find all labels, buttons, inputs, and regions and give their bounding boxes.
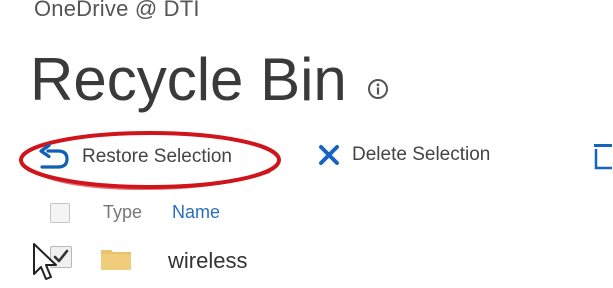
list-header: Type Name	[0, 196, 613, 228]
x-icon	[319, 145, 339, 165]
toolbar: Restore Selection Delete Selection	[0, 128, 613, 191]
recycle-bin-page: OneDrive @ DTI Recycle Bin Restore Selec…	[0, 0, 613, 288]
undo-arrow-icon	[39, 144, 69, 169]
restore-selection-button[interactable]: Restore Selection	[36, 144, 232, 170]
checkmark-icon	[53, 249, 69, 263]
item-name-link[interactable]: wireless	[168, 248, 247, 274]
column-header-type: Type	[103, 202, 143, 222]
folder-icon	[101, 250, 131, 270]
row-checkbox[interactable]	[50, 246, 72, 268]
breadcrumb[interactable]: OneDrive @ DTI	[34, 0, 200, 22]
column-header-name[interactable]: Name	[172, 202, 220, 223]
list-item[interactable]: wireless	[0, 236, 613, 288]
delete-selection-button[interactable]: Delete Selection	[318, 144, 490, 166]
trash-icon	[594, 144, 612, 170]
select-all-checkbox[interactable]	[50, 203, 70, 223]
title-row: Recycle Bin	[30, 40, 389, 120]
info-icon[interactable]	[367, 78, 389, 100]
restore-selection-label: Restore Selection	[82, 146, 232, 167]
delete-selection-label: Delete Selection	[352, 144, 491, 165]
empty-recycle-bin-button[interactable]	[592, 142, 612, 170]
page-title: Recycle Bin	[30, 46, 347, 113]
